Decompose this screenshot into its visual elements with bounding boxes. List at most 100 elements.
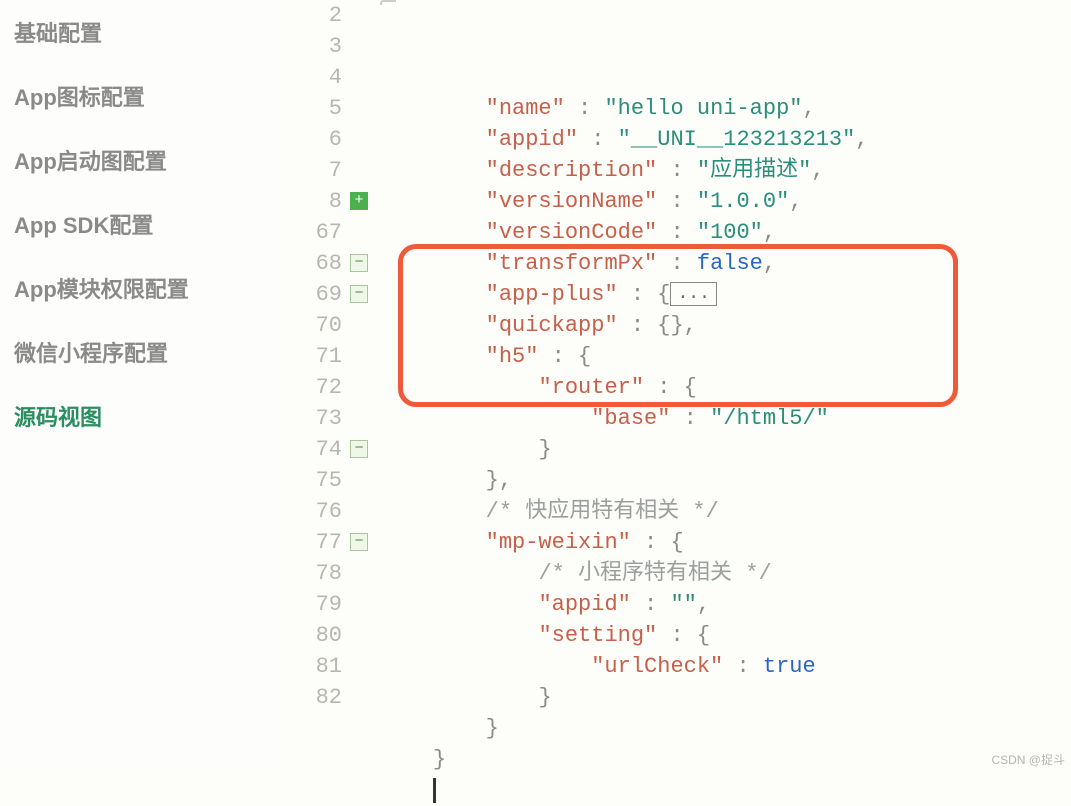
json-key: "transformPx"	[486, 251, 658, 276]
json-string: "应用描述"	[697, 158, 811, 183]
code-line-6[interactable]: "versionCode" : "100",	[380, 217, 1071, 248]
code-line-8[interactable]: "app-plus" : {...	[380, 279, 1071, 310]
code-line-81[interactable]: }	[380, 744, 1071, 775]
fold-ellipsis[interactable]: ...	[670, 282, 716, 306]
code-line-76[interactable]: "appid" : "",	[380, 589, 1071, 620]
code-line-79[interactable]: }	[380, 682, 1071, 713]
code-line-70[interactable]: "base" : "/html5/"	[380, 403, 1071, 434]
brace: }	[538, 437, 551, 462]
json-key: "versionCode"	[486, 220, 658, 245]
code-line-72[interactable]: },	[380, 465, 1071, 496]
sidebar-item-5[interactable]: 微信小程序配置	[12, 320, 268, 384]
brace: }	[486, 468, 499, 493]
line-number: 80	[280, 620, 342, 651]
code-line-5[interactable]: "versionName" : "1.0.0",	[380, 186, 1071, 217]
comment: /* 小程序特有相关 */	[538, 561, 771, 586]
code-line-3[interactable]: "appid" : "__UNI__123213213",	[380, 124, 1071, 155]
cursor	[433, 778, 436, 803]
code-line-73[interactable]: /* 快应用特有相关 */	[380, 496, 1071, 527]
fold-collapse-icon[interactable]: −	[350, 285, 368, 303]
line-number: 5	[280, 93, 342, 124]
sidebar-item-2[interactable]: App启动图配置	[12, 128, 268, 192]
brace: {	[697, 623, 710, 648]
code-line-69[interactable]: "router" : {	[380, 372, 1071, 403]
code-line-80[interactable]: }	[380, 713, 1071, 744]
line-number: 72	[280, 372, 342, 403]
code-line-2[interactable]: "name" : "hello uni-app",	[380, 93, 1071, 124]
line-number: 3	[280, 31, 342, 62]
sidebar-item-4[interactable]: App模块权限配置	[12, 256, 268, 320]
line-number: 2	[280, 0, 342, 31]
json-key: "appid"	[486, 127, 578, 152]
code-line-7[interactable]: "transformPx" : false,	[380, 248, 1071, 279]
sidebar-item-0[interactable]: 基础配置	[12, 0, 268, 64]
sidebar-item-3[interactable]: App SDK配置	[12, 192, 268, 256]
line-number: 74	[280, 434, 342, 465]
line-number: 77	[280, 527, 342, 558]
line-number: 79	[280, 589, 342, 620]
json-key: "quickapp"	[486, 313, 618, 338]
json-string: "100"	[697, 220, 763, 245]
line-number: 8	[280, 186, 342, 217]
json-key: "mp-weixin"	[486, 530, 631, 555]
code-line-75[interactable]: /* 小程序特有相关 */	[380, 558, 1071, 589]
code-line-77[interactable]: "setting" : {	[380, 620, 1071, 651]
json-key: "router"	[538, 375, 644, 400]
line-number: 69	[280, 279, 342, 310]
json-key: "app-plus"	[486, 282, 618, 307]
code-line-74[interactable]: "mp-weixin" : {	[380, 527, 1071, 558]
json-string: "/html5/"	[710, 406, 829, 431]
line-number: 75	[280, 465, 342, 496]
brace: {	[684, 375, 697, 400]
code-line-82[interactable]	[380, 775, 1071, 806]
code-line-67[interactable]: "quickapp" : {},	[380, 310, 1071, 341]
json-key: "base"	[591, 406, 670, 431]
json-string: ""	[670, 592, 696, 617]
line-number: 6	[280, 124, 342, 155]
brace: {	[578, 344, 591, 369]
comment: /* 快应用特有相关 */	[486, 499, 719, 524]
json-boolean: false	[697, 251, 763, 276]
sidebar-item-1[interactable]: App图标配置	[12, 64, 268, 128]
brace: }	[538, 685, 551, 710]
brace: {	[670, 530, 683, 555]
code-line-4[interactable]: "description" : "应用描述",	[380, 155, 1071, 186]
line-number: 70	[280, 310, 342, 341]
code-editor[interactable]: 234567867686970717273747576777879808182 …	[280, 0, 1071, 770]
fold-collapse-icon[interactable]: −	[350, 440, 368, 458]
line-number: 71	[280, 341, 342, 372]
fold-expand-icon[interactable]: +	[350, 192, 368, 210]
line-number: 78	[280, 558, 342, 589]
line-number: 82	[280, 682, 342, 713]
json-key: "urlCheck"	[591, 654, 723, 679]
json-key: "setting"	[538, 623, 657, 648]
json-string: "1.0.0"	[697, 189, 789, 214]
fold-column[interactable]: + − − − −	[350, 0, 380, 770]
line-number: 73	[280, 403, 342, 434]
fold-collapse-icon[interactable]: −	[350, 533, 368, 551]
fold-collapse-icon[interactable]: −	[350, 254, 368, 272]
code-line-68[interactable]: "h5" : {	[380, 341, 1071, 372]
gutter: 234567867686970717273747576777879808182	[280, 0, 350, 770]
json-boolean: true	[763, 654, 816, 679]
json-key: "h5"	[486, 344, 539, 369]
line-number: 68	[280, 248, 342, 279]
brace: }	[433, 747, 446, 772]
json-string: "hello uni-app"	[604, 96, 802, 121]
json-key: "description"	[486, 158, 658, 183]
brace: }	[486, 716, 499, 741]
code-area[interactable]: "name" : "hello uni-app", "appid" : "__U…	[380, 0, 1071, 770]
code-line-78[interactable]: "urlCheck" : true	[380, 651, 1071, 682]
sidebar-item-6[interactable]: 源码视图	[12, 384, 268, 448]
json-string: "__UNI__123213213"	[618, 127, 856, 152]
brace: {}	[657, 313, 683, 338]
json-key: "versionName"	[486, 189, 658, 214]
watermark: CSDN @捉斗	[991, 751, 1065, 768]
config-sidebar: 基础配置App图标配置App启动图配置App SDK配置App模块权限配置微信小…	[0, 0, 280, 770]
json-key: "appid"	[538, 592, 630, 617]
line-number: 67	[280, 217, 342, 248]
code-line-71[interactable]: }	[380, 434, 1071, 465]
line-number: 81	[280, 651, 342, 682]
line-number: 4	[280, 62, 342, 93]
top-edge-mark	[380, 0, 396, 5]
